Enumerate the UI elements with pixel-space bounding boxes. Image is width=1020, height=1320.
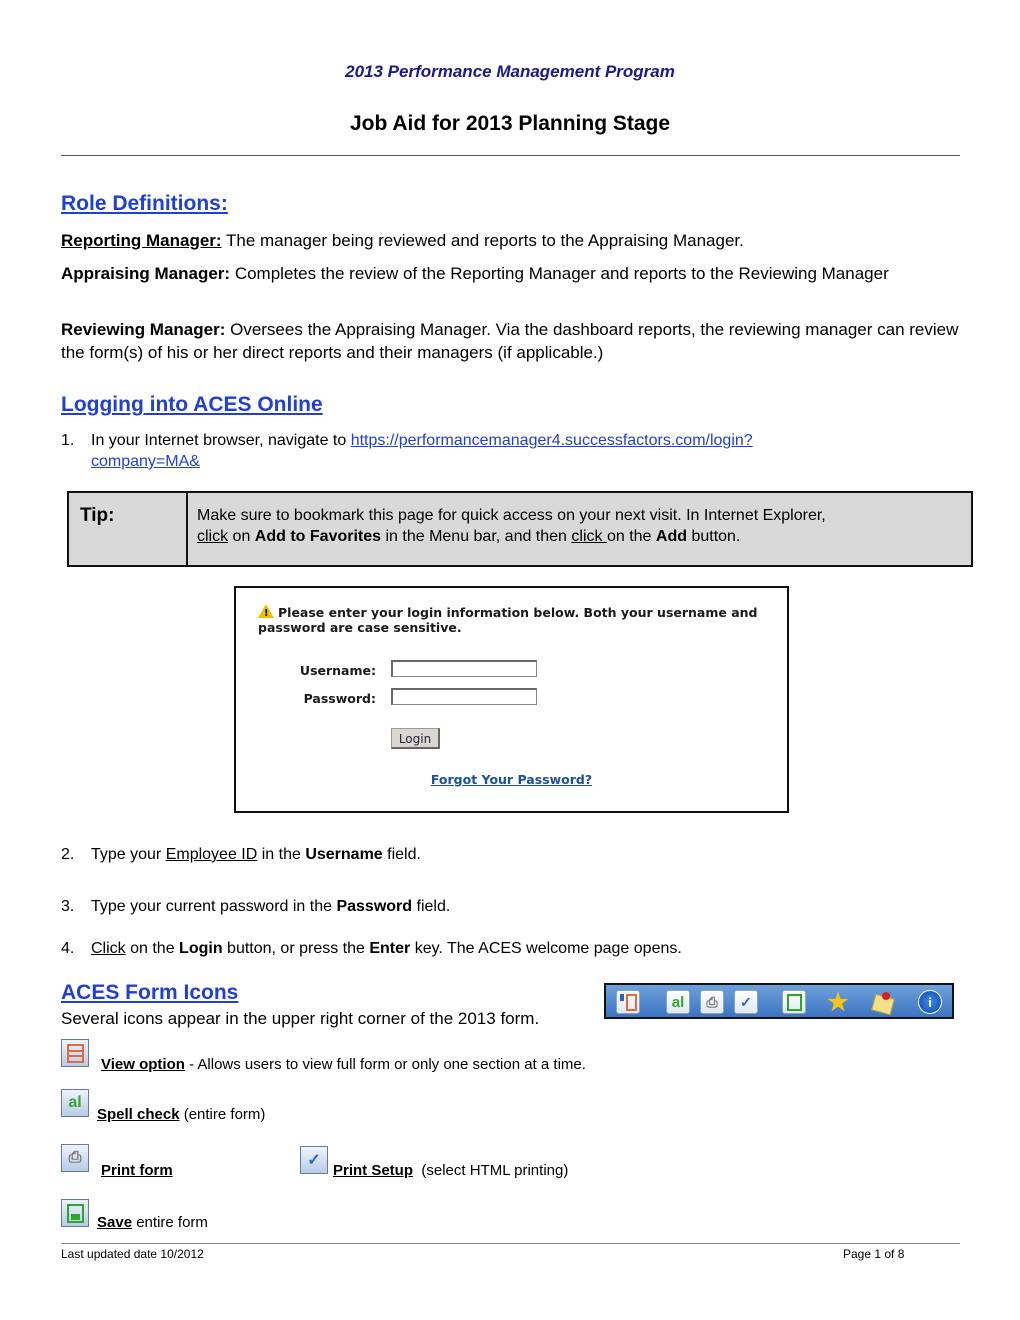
footer-updated: Last updated date 10/2012 [61, 1247, 204, 1261]
role-desc: The manager being reviewed and reports t… [221, 231, 744, 250]
role-appraising-manager: Appraising Manager: Completes the review… [61, 262, 961, 285]
step-bold: Enter [369, 940, 411, 957]
print-form-item: Print form [101, 1162, 173, 1179]
print-setup-item: Print Setup (select HTML printing) [333, 1162, 568, 1179]
notes-pin-icon[interactable] [870, 990, 895, 1016]
spell-check-item: Spell check (entire form) [97, 1106, 265, 1123]
step-text: key. The ACES welcome page opens. [410, 940, 682, 957]
spell-check-icon: al [61, 1089, 89, 1117]
step-text: Type your current password in the [91, 898, 337, 915]
form-toolbar: al ⎙ ✓ ★ i [604, 983, 954, 1019]
print-setup-icon: ✓ [300, 1146, 328, 1174]
save-icon [61, 1199, 89, 1227]
step-1: 1. In your Internet browser, navigate to … [61, 430, 941, 472]
username-label: Username: [299, 663, 376, 678]
tip-click-word: click [197, 528, 229, 545]
role-definitions-heading: Role Definitions: [61, 192, 228, 215]
program-title: 2013 Performance Management Program [345, 62, 675, 81]
step-bold: Username [305, 846, 383, 863]
username-input[interactable] [391, 660, 537, 677]
save-icon[interactable] [782, 990, 806, 1014]
tip-text-part: on the [606, 528, 656, 545]
tip-bold-add: Add [655, 528, 687, 545]
form-icons-heading: ACES Form Icons [61, 981, 239, 1004]
view-option-icon[interactable] [616, 990, 640, 1014]
login-screenshot: Please enter your login information belo… [234, 586, 789, 813]
role-desc: Completes the review of the Reporting Ma… [230, 264, 889, 283]
login-url-link[interactable]: https://performancemanager4.successfacto… [351, 432, 753, 449]
role-reporting-manager: Reporting Manager: The manager being rev… [61, 229, 961, 252]
icon-item-desc: (entire form) [179, 1106, 266, 1123]
step-text: button, or press the [222, 940, 370, 957]
role-reviewing-manager: Reviewing Manager: Oversees the Appraisi… [61, 318, 961, 364]
forgot-password-link[interactable]: Forgot Your Password? [236, 772, 787, 787]
icon-item-label: View option [101, 1056, 185, 1073]
step-text: in the [257, 846, 306, 863]
step-text: In your Internet browser, navigate to [91, 432, 351, 449]
step-text: Type your [91, 846, 166, 863]
form-icons-intro: Several icons appear in the upper right … [61, 1009, 540, 1028]
tip-bold-add-favorites: Add to Favorites [254, 528, 382, 545]
role-term: Reporting Manager: [61, 231, 222, 250]
view-option-item: View option - Allows users to view full … [101, 1056, 586, 1073]
print-icon[interactable]: ⎙ [700, 990, 724, 1014]
login-message: Please enter your login information belo… [258, 604, 778, 635]
step-3: 3. Type your current password in the Pass… [61, 896, 450, 917]
icon-item-desc: (select HTML printing) [413, 1162, 569, 1179]
step-bold: Login [179, 940, 223, 957]
tip-text-part: on [228, 528, 255, 545]
footer-divider [61, 1243, 960, 1244]
print-setup-icon[interactable]: ✓ [734, 990, 758, 1014]
icon-item-desc: entire form [132, 1214, 208, 1231]
step-underlined: Click [91, 940, 126, 957]
warning-icon [258, 604, 274, 621]
role-term: Appraising Manager: [61, 264, 231, 283]
icon-item-label: Save [97, 1214, 133, 1231]
step-number: 4. [61, 940, 75, 957]
step-bold: Password [336, 898, 413, 915]
tip-text-part: Make sure to bookmark this page for quic… [197, 507, 826, 524]
role-term: Reviewing Manager: [61, 320, 226, 339]
login-url-link-cont[interactable]: company=MA& [91, 453, 200, 470]
spell-check-icon[interactable]: al [666, 990, 690, 1014]
tip-box: Tip: Make sure to bookmark this page for… [67, 491, 973, 567]
step-text: on the [125, 940, 180, 957]
step-number: 1. [61, 432, 75, 449]
icon-item-label: Print Setup [333, 1162, 414, 1179]
password-label: Password: [303, 691, 376, 706]
icon-item-label: Print form [101, 1162, 173, 1179]
info-icon[interactable]: i [918, 990, 942, 1014]
step-2: 2. Type your Employee ID in the Username … [61, 844, 421, 865]
step-number: 3. [61, 898, 75, 915]
step-text: field. [412, 898, 451, 915]
favorite-star-icon[interactable]: ★ [826, 989, 850, 1016]
tip-text-part: button. [687, 528, 741, 545]
logging-in-heading: Logging into ACES Online [61, 393, 323, 416]
step-number: 2. [61, 846, 75, 863]
icon-item-desc: - Allows users to view full form or only… [184, 1056, 586, 1073]
save-item: Save entire form [97, 1214, 208, 1231]
document-title: Job Aid for 2013 Planning Stage [349, 112, 671, 135]
password-input[interactable] [391, 688, 537, 705]
header-divider [61, 155, 960, 156]
login-message-text: Please enter your login information belo… [258, 605, 758, 635]
view-option-icon [61, 1039, 89, 1067]
login-button[interactable]: Login [391, 728, 440, 749]
tip-text-part: in the Menu bar, and then [381, 528, 572, 545]
tip-text: Make sure to bookmark this page for quic… [188, 493, 826, 565]
footer-page-number: Page 1 of 8 [843, 1247, 905, 1261]
print-icon: ⎙ [61, 1144, 89, 1172]
icon-item-label: Spell check [97, 1106, 180, 1123]
step-underlined: Employee ID [165, 846, 258, 863]
step-text: field. [382, 846, 421, 863]
tip-label: Tip: [69, 493, 188, 565]
tip-click-word: click [571, 528, 607, 545]
step-4: 4. Click on the Login button, or press th… [61, 938, 682, 959]
